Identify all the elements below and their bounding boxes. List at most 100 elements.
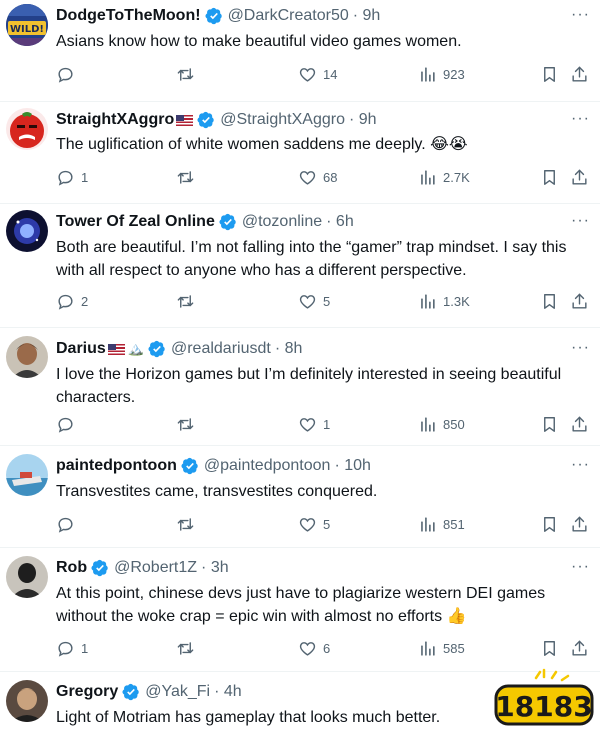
- more-options-icon[interactable]: ···: [571, 339, 590, 357]
- handle[interactable]: @paintedpontoon: [204, 456, 331, 476]
- retweet-icon: [177, 641, 194, 655]
- like-button[interactable]: 5: [298, 292, 330, 311]
- heart-icon: [299, 517, 316, 532]
- like-button[interactable]: 68: [298, 168, 337, 187]
- bookmark-button[interactable]: [540, 168, 559, 187]
- avatar-image: [6, 680, 48, 722]
- more-options-icon[interactable]: ···: [571, 212, 590, 230]
- share-button[interactable]: [570, 639, 589, 658]
- display-name[interactable]: paintedpontoon: [56, 456, 177, 476]
- timestamp[interactable]: · 4h: [214, 682, 242, 702]
- views-chart-icon: [421, 293, 435, 309]
- mountain-emoji-icon: 🏔️: [127, 341, 144, 356]
- handle[interactable]: @Robert1Z: [114, 558, 197, 578]
- retweet-button[interactable]: [176, 168, 195, 187]
- display-name[interactable]: Rob: [56, 558, 87, 578]
- handle[interactable]: @realdariusdt: [171, 339, 271, 359]
- reply-icon: [58, 641, 73, 657]
- share-button[interactable]: [570, 168, 589, 187]
- like-button[interactable]: 14: [298, 65, 337, 84]
- views-chart-icon: [421, 640, 435, 656]
- retweet-button[interactable]: [176, 65, 195, 84]
- reply-button[interactable]: [56, 515, 81, 534]
- display-name[interactable]: StraightXAggro: [56, 110, 174, 130]
- timestamp[interactable]: · 10h: [334, 456, 370, 476]
- tweet-header: Gregory @Yak_Fi · 4h: [56, 682, 560, 702]
- avatar[interactable]: [6, 108, 48, 150]
- retweet-button[interactable]: [176, 415, 195, 434]
- like-count: 5: [323, 293, 331, 309]
- timestamp[interactable]: · 3h: [201, 558, 229, 578]
- reply-button[interactable]: 1: [56, 168, 88, 187]
- handle[interactable]: @Yak_Fi: [145, 682, 210, 702]
- display-name[interactable]: Tower Of Zeal Online: [56, 212, 215, 232]
- bookmark-button[interactable]: [540, 292, 559, 311]
- share-button[interactable]: [570, 515, 589, 534]
- retweet-button[interactable]: [176, 515, 195, 534]
- like-button[interactable]: 1: [298, 415, 330, 434]
- views-button[interactable]: 923: [418, 65, 465, 84]
- view-count: 1.3K: [443, 293, 470, 309]
- reply-button[interactable]: [56, 415, 81, 434]
- bookmark-button[interactable]: [540, 639, 559, 658]
- timestamp[interactable]: · 9h: [353, 6, 381, 26]
- heart-icon: [299, 67, 316, 82]
- watermark-text: 18183: [495, 690, 592, 723]
- view-count: 851: [443, 516, 465, 532]
- avatar-image: [6, 108, 48, 150]
- views-button[interactable]: 850: [418, 415, 465, 434]
- handle[interactable]: @StraightXAggro: [220, 110, 345, 130]
- us-flag-icon: [176, 114, 194, 126]
- reply-icon: [58, 517, 73, 533]
- avatar[interactable]: [6, 680, 48, 722]
- timestamp[interactable]: · 9h: [349, 110, 377, 130]
- tweet[interactable]: WILD! DodgeToTheMoon! @DarkCreator50 · 9…: [0, 0, 600, 102]
- handle[interactable]: @DarkCreator50: [228, 6, 349, 26]
- retweet-button[interactable]: [176, 292, 195, 311]
- avatar[interactable]: [6, 556, 48, 598]
- reply-button[interactable]: 1: [56, 639, 88, 658]
- tweet[interactable]: paintedpontoon @paintedpontoon · 10h ···…: [0, 446, 600, 548]
- avatar[interactable]: [6, 210, 48, 252]
- tweet[interactable]: StraightXAggro @StraightXAggro · 9h ··· …: [0, 102, 600, 204]
- share-icon: [572, 66, 587, 82]
- bookmark-icon: [544, 66, 555, 82]
- action-bar: 5 851: [56, 512, 590, 536]
- tweet[interactable]: Rob @Robert1Z · 3h ··· At this point, ch…: [0, 548, 600, 672]
- avatar[interactable]: [6, 454, 48, 496]
- more-options-icon[interactable]: ···: [571, 558, 590, 576]
- more-options-icon[interactable]: ···: [571, 6, 590, 24]
- tweet-text: Asians know how to make beautiful video …: [56, 33, 462, 50]
- like-button[interactable]: 6: [298, 639, 330, 658]
- bookmark-button[interactable]: [540, 415, 559, 434]
- timestamp[interactable]: · 8h: [275, 339, 303, 359]
- more-options-icon[interactable]: ···: [571, 456, 590, 474]
- like-button[interactable]: 5: [298, 515, 330, 534]
- share-button[interactable]: [570, 65, 589, 84]
- views-chart-icon: [421, 416, 435, 432]
- display-name[interactable]: DodgeToTheMoon!: [56, 6, 201, 26]
- display-name[interactable]: Darius: [56, 339, 106, 359]
- bookmark-icon: [544, 293, 555, 309]
- watermark-logo: 18183: [494, 668, 594, 726]
- avatar[interactable]: WILD!: [6, 4, 48, 46]
- tweet[interactable]: Tower Of Zeal Online @tozonline · 6h ···…: [0, 204, 600, 328]
- bookmark-button[interactable]: [540, 515, 559, 534]
- handle[interactable]: @tozonline: [242, 212, 322, 232]
- more-options-icon[interactable]: ···: [571, 110, 590, 128]
- reply-button[interactable]: [56, 65, 81, 84]
- reply-button[interactable]: 2: [56, 292, 88, 311]
- avatar[interactable]: [6, 336, 48, 378]
- tweet[interactable]: Darius 🏔️ @realdariusdt · 8h ··· I love …: [0, 328, 600, 446]
- retweet-button[interactable]: [176, 639, 195, 658]
- views-button[interactable]: 585: [418, 639, 465, 658]
- share-button[interactable]: [570, 292, 589, 311]
- views-button[interactable]: 851: [418, 515, 465, 534]
- views-button[interactable]: 2.7K: [418, 168, 470, 187]
- tweet-text: Transvestites came, transvestites conque…: [56, 483, 378, 500]
- share-button[interactable]: [570, 415, 589, 434]
- display-name[interactable]: Gregory: [56, 682, 118, 702]
- timestamp[interactable]: · 6h: [326, 212, 354, 232]
- bookmark-button[interactable]: [540, 65, 559, 84]
- views-button[interactable]: 1.3K: [418, 292, 470, 311]
